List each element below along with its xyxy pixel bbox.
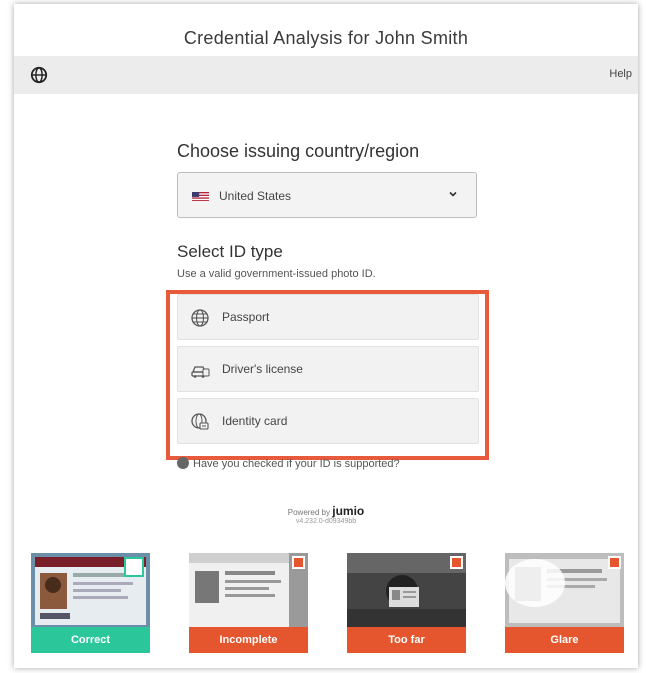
powered-by-text: Powered by [287, 508, 330, 517]
close-icon [450, 556, 463, 569]
glare-id-photo [505, 553, 624, 627]
check-icon [124, 557, 144, 577]
credential-window: Credential Analysis for John Smith Help … [14, 4, 638, 668]
us-flag-icon [192, 192, 209, 201]
help-link[interactable]: Help [609, 68, 632, 80]
top-bar: Help [14, 56, 638, 94]
id-type-subtitle: Use a valid government-issued photo ID. [177, 268, 376, 280]
version-text: v4.232.0-d09349bb [295, 518, 357, 525]
example-label: Glare [505, 627, 624, 653]
correct-id-photo [31, 553, 150, 627]
country-select-value: United States [219, 189, 292, 203]
example-correct: Correct [31, 553, 150, 653]
supported-id-link[interactable]: Have you checked if your ID is supported… [177, 457, 400, 470]
chevron-down-icon [449, 191, 457, 197]
supported-id-text: Have you checked if your ID is supported… [193, 458, 400, 470]
example-label: Too far [347, 627, 466, 653]
page-title: Credential Analysis for John Smith [183, 28, 469, 48]
incomplete-id-photo [189, 553, 308, 627]
country-heading: Choose issuing country/region [177, 141, 420, 161]
country-select[interactable]: United States [177, 172, 477, 218]
example-glare: Glare [505, 553, 624, 653]
id-options-highlight-box [166, 290, 489, 460]
example-label: Incomplete [189, 627, 308, 653]
close-icon [608, 556, 621, 569]
example-too-far: Too far [347, 553, 466, 653]
jumio-logo: jumio [332, 504, 365, 518]
powered-by: Powered by jumio [14, 504, 638, 518]
example-label: Correct [31, 627, 150, 653]
id-type-heading: Select ID type [177, 242, 283, 261]
close-icon [292, 556, 305, 569]
language-globe-icon[interactable] [30, 66, 48, 84]
example-incomplete: Incomplete [189, 553, 308, 653]
info-icon [177, 457, 189, 469]
too-far-id-photo [347, 553, 466, 627]
